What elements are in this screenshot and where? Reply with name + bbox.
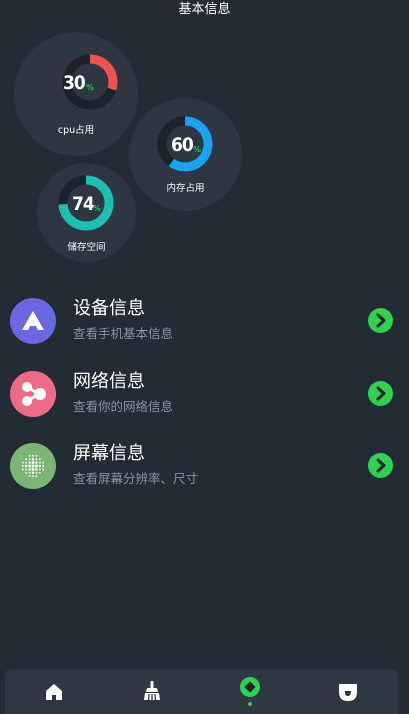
- network-info-subtitle: 查看你的网络信息: [73, 399, 174, 414]
- page-title: 基本信息: [178, 2, 231, 17]
- network-nodes-icon: [10, 371, 56, 417]
- memory-value: 60: [171, 134, 194, 156]
- cpu-label: cpu占用: [57, 125, 95, 136]
- chevron-right-icon[interactable]: [368, 308, 393, 333]
- memory-unit: %: [193, 145, 202, 154]
- storage-unit: %: [93, 204, 102, 213]
- storage-value: 74: [72, 193, 95, 215]
- storage-gauge: 74 % 储存空间: [37, 163, 136, 262]
- network-info-title: 网络信息: [73, 371, 145, 392]
- broom-icon: [144, 681, 160, 701]
- storage-label: 储存空间: [67, 242, 106, 253]
- cpu-ring: [62, 54, 118, 110]
- list-item-network-info[interactable]: 网络信息 查看你的网络信息: [0, 371, 409, 433]
- device-info-subtitle: 查看手机基本信息: [73, 326, 174, 341]
- bottom-tab-bar: [5, 669, 398, 714]
- device-info-title: 设备信息: [73, 298, 145, 319]
- tab-shield[interactable]: [299, 669, 397, 714]
- cpu-value: 30: [63, 72, 86, 94]
- screen-pixels-icon: [10, 443, 56, 489]
- tab-info[interactable]: [201, 669, 299, 714]
- chevron-right-icon[interactable]: [368, 381, 393, 406]
- list-item-screen-info[interactable]: 屏幕信息 查看屏幕分辨率、尺寸: [0, 443, 409, 505]
- cpu-unit: %: [86, 83, 95, 92]
- chevron-right-icon[interactable]: [368, 453, 393, 478]
- active-indicator: [248, 702, 252, 706]
- screen-info-subtitle: 查看屏幕分辨率、尺寸: [73, 471, 199, 486]
- home-icon: [46, 684, 62, 700]
- list-item-device-info[interactable]: 设备信息 查看手机基本信息: [0, 298, 409, 360]
- shield-icon: [339, 684, 357, 701]
- info-diamond-icon: [240, 677, 260, 697]
- memory-gauge: 60 % 内存占用: [129, 98, 242, 211]
- memory-label: 内存占用: [166, 183, 205, 194]
- triangle-logo-icon: [10, 298, 56, 344]
- tab-cleaner[interactable]: [103, 669, 201, 714]
- tab-home[interactable]: [5, 669, 103, 714]
- cpu-gauge: 30 % cpu占用: [14, 32, 138, 156]
- screen-info-title: 屏幕信息: [73, 443, 145, 464]
